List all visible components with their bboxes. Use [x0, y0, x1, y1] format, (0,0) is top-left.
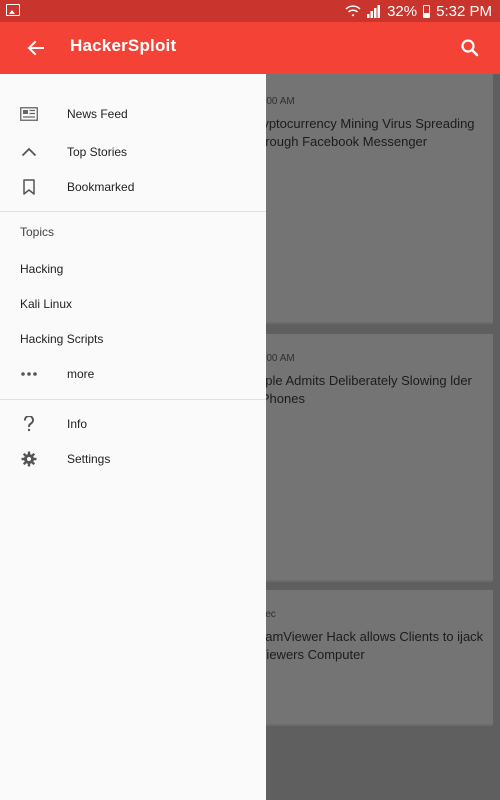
drawer-item-more[interactable]: more	[0, 357, 266, 391]
image-notification-icon	[6, 4, 20, 16]
back-arrow-icon[interactable]	[24, 36, 48, 60]
status-indicators: 32% 5:32 PM	[345, 2, 492, 20]
drawer-item-hacking-scripts[interactable]: Hacking Scripts	[0, 322, 266, 356]
drawer-item-settings[interactable]: Settings	[0, 442, 266, 476]
drawer-item-hacking[interactable]: Hacking	[0, 252, 266, 286]
topics-header: Topics	[0, 215, 266, 249]
drawer-item-label: Top Stories	[67, 145, 128, 159]
status-bar: 32% 5:32 PM	[0, 0, 500, 22]
drawer-item-news-feed[interactable]: News Feed	[0, 97, 266, 131]
wifi-icon	[345, 4, 361, 18]
signal-icon	[367, 4, 381, 18]
help-icon	[20, 415, 38, 433]
drawer-item-bookmarked[interactable]: Bookmarked	[0, 170, 266, 204]
drawer-item-info[interactable]: Info	[0, 407, 266, 441]
drawer-item-label: Settings	[67, 452, 111, 466]
bookmark-icon	[20, 178, 38, 196]
drawer-item-kali-linux[interactable]: Kali Linux	[0, 287, 266, 321]
gear-icon	[20, 450, 38, 468]
drawer-item-label: Hacking	[20, 262, 64, 276]
drawer-divider	[0, 211, 266, 212]
status-time: 5:32 PM	[436, 2, 492, 20]
app-title: HackerSploit	[70, 36, 177, 55]
drawer-item-top-stories[interactable]: Top Stories	[0, 135, 266, 169]
chevron-up-icon	[20, 143, 38, 161]
drawer-item-label: more	[67, 367, 95, 381]
drawer-item-label: Info	[67, 417, 88, 431]
card-title: eamViewer Hack allows Clients to ijack V…	[258, 629, 484, 662]
battery-icon	[423, 4, 431, 18]
battery-percent: 32%	[387, 2, 418, 20]
drawer-item-label: Hacking Scripts	[20, 332, 104, 346]
newspaper-icon	[20, 105, 38, 123]
card-title: ryptocurrency Mining Virus Spreading hro…	[258, 116, 475, 149]
more-dots-icon	[20, 365, 38, 383]
card-title: pple Admits Deliberately Slowing lder iP…	[258, 373, 472, 406]
search-icon[interactable]	[458, 36, 482, 60]
drawer-item-label: News Feed	[67, 107, 128, 121]
drawer-item-label: Kali Linux	[20, 297, 73, 311]
drawer-item-label: Bookmarked	[67, 180, 135, 194]
drawer-divider	[0, 399, 266, 400]
app-bar: HackerSploit	[0, 22, 500, 74]
topics-header-label: Topics	[20, 225, 55, 239]
navigation-drawer: News Feed Top Stories Bookmarked Topics …	[0, 74, 266, 800]
